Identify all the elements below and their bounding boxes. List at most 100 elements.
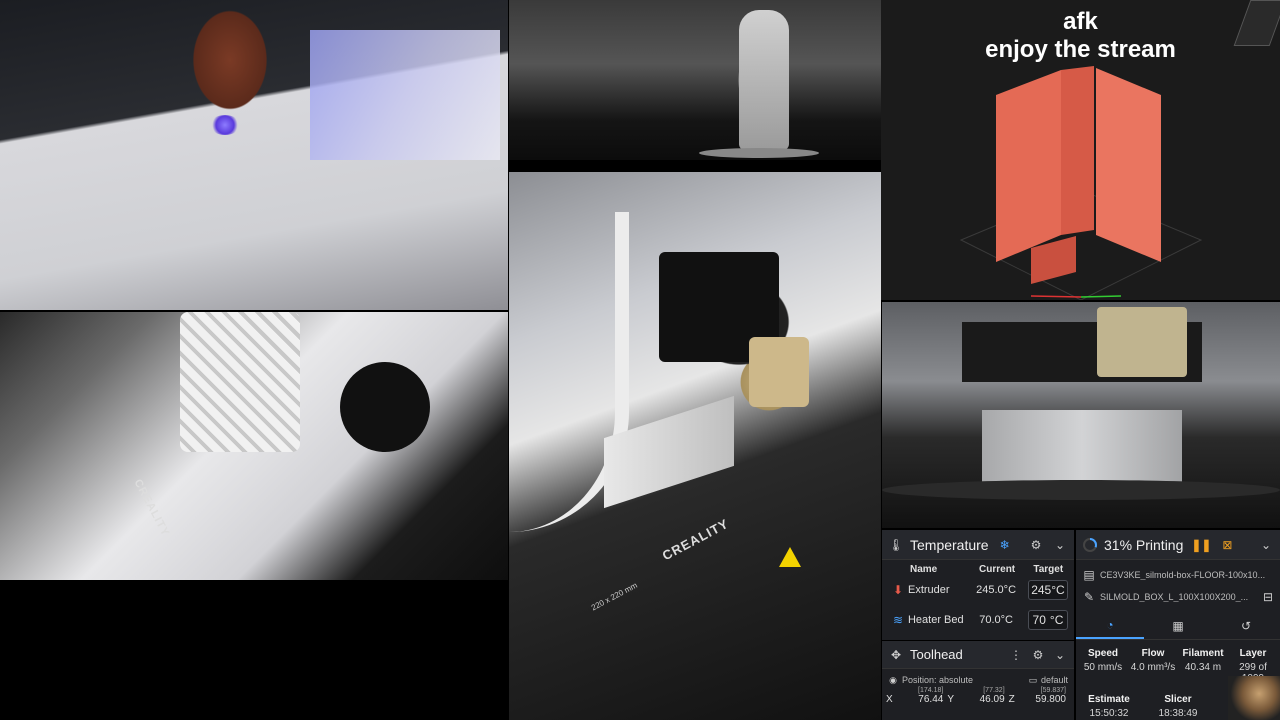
object-icon: ✎ xyxy=(1083,590,1095,604)
stat-flow: Flow 4.0 mm³/s xyxy=(1128,648,1178,684)
move-icon: ✥ xyxy=(890,647,902,662)
part-cooling-fan xyxy=(340,362,430,452)
axis-y-box[interactable]: [77.32] 46.09 xyxy=(959,687,1008,705)
chevron-down-icon[interactable]: ⌄ xyxy=(1052,537,1068,553)
object-name: SILMOLD_BOX_L_100X100X200_... xyxy=(1100,592,1249,602)
axis-y: Y [77.32] 46.09 xyxy=(947,687,1008,705)
file-list: ▤ CE3V3KE_silmold-box-FLOOR-100x10... ✎ … xyxy=(1076,560,1280,612)
stat-filament: Filament 40.34 m xyxy=(1178,648,1228,684)
extruder-target-input[interactable]: 245 °C xyxy=(1027,580,1069,600)
print-status-header: 31% Printing ❚❚ ⊠ ⌄ xyxy=(1076,530,1280,560)
profile-icon: ▭ xyxy=(1028,674,1038,685)
printed-box xyxy=(982,410,1182,490)
tab-files[interactable]: ▦ xyxy=(1144,612,1212,639)
time-slicer: Slicer 18:38:49 xyxy=(1147,694,1209,719)
nozzle-light xyxy=(210,115,240,135)
bed-size-label: 220 x 220 mm xyxy=(589,580,639,613)
position-mode: Position: absolute xyxy=(902,675,974,685)
chevron-down-icon[interactable]: ⌄ xyxy=(1258,537,1274,553)
heater-bed-target-input[interactable]: 70 °C xyxy=(1027,610,1069,630)
history-icon: ↺ xyxy=(1240,618,1252,633)
document-icon: ▦ xyxy=(1172,618,1184,633)
warning-icon xyxy=(779,547,801,567)
progress-ring-icon xyxy=(1083,537,1097,552)
position-row: ◉ Position: absolute ▭ default xyxy=(882,669,1074,686)
hotend-sock xyxy=(749,337,809,407)
status-tabs: ◔ ▦ ↺ xyxy=(1076,612,1280,640)
axis-z: Z [59.837] 59.800 xyxy=(1009,687,1070,705)
stat-speed-value: 50 mm/s xyxy=(1083,662,1123,673)
extruder-row: ⬇ Extruder 245.0°C 245 °C xyxy=(882,575,1074,605)
axis-x-label: X xyxy=(886,694,893,705)
fan-shroud xyxy=(180,312,300,452)
time-slicer-value: 18:38:49 xyxy=(1158,708,1198,719)
cooldown-icon[interactable]: ❄ xyxy=(997,537,1013,553)
speedometer-icon: ◔ xyxy=(1106,617,1114,632)
extruder-target-value: 245 xyxy=(1031,583,1052,597)
camera-feed-nozzle xyxy=(0,0,508,310)
target-header: Target xyxy=(1033,564,1064,575)
stat-speed: Speed 50 mm/s xyxy=(1078,648,1128,684)
temperature-panel: 🌡 Temperature ❄ ⚙ ⌄ Name Current Target … xyxy=(882,530,1074,640)
axis-x-commanded: [174.18] xyxy=(918,687,944,694)
axis-z-box[interactable]: [59.837] 59.800 xyxy=(1021,687,1070,705)
current-header: Current xyxy=(979,564,1016,575)
print-status-panel: 31% Printing ❚❚ ⊠ ⌄ ▤ CE3V3KE_silmold-bo… xyxy=(1076,530,1280,720)
camera-feed-toolhead: CREALITY 220 x 220 mm xyxy=(509,172,881,720)
extruder-icon: ⬇ xyxy=(892,583,904,597)
file-row[interactable]: ▤ CE3V3KE_silmold-box-FLOOR-100x10... xyxy=(1082,564,1274,586)
print-status-title: 31% Printing xyxy=(1104,536,1184,553)
more-vertical-icon[interactable]: ⋮ xyxy=(1008,647,1024,663)
extruder-name: Extruder xyxy=(907,584,950,596)
axis-x: X [174.18] 76.44 xyxy=(886,687,947,705)
temperature-column-headers: Name Current Target xyxy=(882,560,1074,575)
axes-row: X [174.18] 76.44 Y [77.32] 46.09 Z [59.8… xyxy=(882,685,1074,705)
axis-z-commanded: [59.837] xyxy=(1040,687,1066,694)
profile-name: default xyxy=(1040,675,1068,685)
miniature-figure xyxy=(739,10,789,150)
tab-status[interactable]: ◔ xyxy=(1076,612,1144,639)
thermometer-icon: 🌡 xyxy=(888,537,904,552)
tab-history[interactable]: ↺ xyxy=(1212,612,1280,639)
axis-x-box[interactable]: [174.18] 76.44 xyxy=(898,687,947,705)
stat-layer-label: Layer xyxy=(1239,648,1267,659)
axis-y-commanded: [77.32] xyxy=(983,687,1005,694)
heater-bed-row: ≋ Heater Bed 70.0°C 70 °C xyxy=(882,605,1074,635)
stat-filament-value: 40.34 m xyxy=(1184,662,1222,673)
bed-brand-label: CREALITY xyxy=(659,515,732,564)
axis-y-line xyxy=(1080,295,1122,298)
file-icon: ▤ xyxy=(1083,568,1095,582)
axis-z-label: Z xyxy=(1008,694,1015,705)
axis-y-label: Y xyxy=(947,694,954,705)
file-name: CE3V3KE_silmold-box-FLOOR-100x10... xyxy=(1100,570,1266,580)
toolhead-header: ✥ Toolhead ⋮ ⚙ ⌄ xyxy=(882,641,1074,669)
gear-icon[interactable]: ⚙ xyxy=(1028,537,1044,553)
toolhead-panel: ✥ Toolhead ⋮ ⚙ ⌄ ◉ Position: absolute ▭ … xyxy=(882,641,1074,720)
box-left-wall xyxy=(996,70,1061,262)
thumbnail-cam xyxy=(1228,676,1280,720)
stat-filament-label: Filament xyxy=(1182,648,1224,659)
axis-x-line xyxy=(1030,295,1082,298)
temperature-title: Temperature xyxy=(910,536,989,553)
camera-feed-side: CREALITY xyxy=(0,312,508,580)
box-right-wall xyxy=(1096,68,1161,262)
camera-feed-figure xyxy=(509,0,881,160)
heater-bed-target-value: 70 xyxy=(1032,613,1046,627)
name-header: Name xyxy=(910,564,938,575)
pause-icon[interactable]: ❚❚ xyxy=(1191,537,1211,553)
exclude-object-icon[interactable]: ⊟ xyxy=(1262,589,1274,605)
time-estimate-label: Estimate xyxy=(1088,694,1130,705)
cancel-print-icon[interactable]: ⊠ xyxy=(1219,537,1235,553)
time-estimate-value: 15:50:32 xyxy=(1089,708,1129,719)
heater-bed-target-unit: °C xyxy=(1049,613,1064,627)
gear-icon[interactable]: ⚙ xyxy=(1030,647,1046,663)
figure-base xyxy=(699,148,819,158)
file-row[interactable]: ✎ SILMOLD_BOX_L_100X100X200_... ⊟ xyxy=(1082,586,1274,608)
time-estimate: Estimate 15:50:32 xyxy=(1078,694,1140,719)
bed-brand-label-side: CREALITY xyxy=(131,477,172,539)
extruder-current: 245.0°C xyxy=(976,584,1017,596)
position-icon: ◉ xyxy=(889,674,897,685)
chevron-down-icon[interactable]: ⌄ xyxy=(1052,647,1068,663)
heater-bed-current: 70.0°C xyxy=(979,614,1013,626)
axis-z-value: 59.800 xyxy=(1035,694,1066,705)
